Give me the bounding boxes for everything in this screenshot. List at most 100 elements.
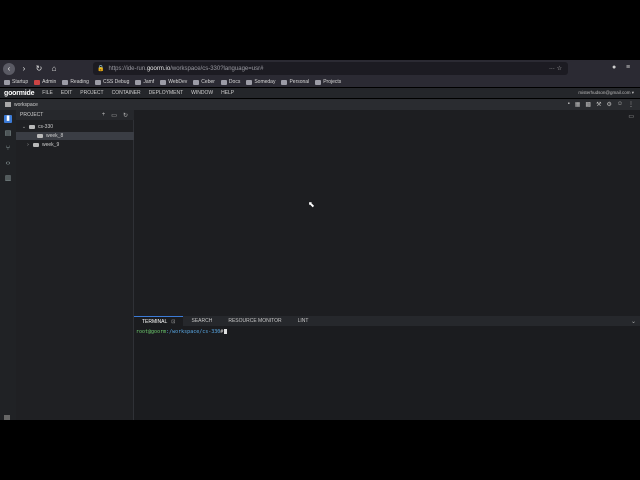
letterbox-top — [0, 0, 640, 60]
bookmark-webdev[interactable]: WebDev — [160, 79, 187, 85]
tab-search[interactable]: SEARCH — [183, 316, 220, 326]
folder-icon — [246, 79, 253, 85]
project-panel: PROJECT + ▭ ↻ ⌄ cs-330 week_8 › week_9 — [16, 110, 134, 420]
build-icon[interactable]: ⚒ — [596, 101, 601, 108]
bottom-panel-tabs: TERMINAL ⊡ SEARCH RESOURCE MONITOR LINT … — [134, 316, 640, 326]
folder-icon — [94, 79, 101, 85]
notes-icon[interactable]: ▥ — [4, 175, 12, 183]
editor-area[interactable]: ▭ — [134, 110, 640, 316]
user-account-menu[interactable]: misterhudson@gmail.com ▾ — [578, 90, 634, 96]
folder-icon — [220, 79, 227, 85]
letterbox-bottom — [0, 420, 640, 480]
folder-icon — [193, 79, 200, 85]
folder-icon — [37, 134, 43, 138]
browser-menu-icon[interactable]: ≡ — [626, 64, 630, 71]
tab-resource-monitor[interactable]: RESOURCE MONITOR — [220, 316, 289, 326]
bookmark-label: Jamf — [143, 79, 155, 85]
browser-toolbar: ‹ › ↻ ⌂ 🔒 https://ide-run. goorm.io/works… — [0, 60, 640, 77]
workspace-tabrow: workspace ▪ ▦ ▩ ⚒ ⚙ ☺ ⋮ — [0, 99, 640, 110]
refresh-icon[interactable]: ↻ — [123, 112, 128, 119]
lock-icon: 🔒 — [97, 66, 105, 72]
menu-container[interactable]: CONTAINER — [112, 90, 141, 96]
save-icon[interactable]: ▪ — [568, 101, 570, 108]
collapse-panel-icon[interactable]: ⌄ — [631, 318, 636, 325]
tree-item-cs-330[interactable]: ⌄ cs-330 — [16, 123, 134, 131]
bookmark-startup[interactable]: Startup — [4, 79, 28, 85]
settings-icon[interactable]: ⚙ — [606, 101, 611, 108]
project-explorer-icon[interactable]: ▮ — [4, 115, 12, 123]
bookmark-docs[interactable]: Docs — [220, 79, 241, 85]
activity-rail: ▮ ▤ ⑂ ‹› ▥ — [0, 110, 16, 420]
bookmark-jamf[interactable]: Jamf — [135, 79, 154, 85]
project-title: PROJECT — [20, 112, 44, 118]
terminal-cursor — [224, 329, 228, 334]
url-host: goorm.io — [146, 65, 171, 72]
tree-item-label: week_9 — [42, 142, 60, 148]
git-branch-icon[interactable]: ⑂ — [4, 145, 12, 153]
chevron-right-icon[interactable]: › — [25, 142, 31, 148]
page-actions-icon[interactable]: ··· — [549, 66, 555, 72]
save-all-icon[interactable]: ▦ — [575, 101, 581, 108]
code-icon[interactable]: ‹› — [4, 160, 12, 168]
bookmark-someday[interactable]: Someday — [246, 79, 275, 85]
prompt-end: # — [220, 329, 224, 335]
new-file-icon[interactable]: + — [102, 112, 106, 119]
outline-icon[interactable]: ▤ — [4, 130, 12, 138]
folder-icon — [29, 125, 35, 129]
prompt-user: root@goorm — [136, 329, 167, 335]
bookmark-css-debug[interactable]: CSS Debug — [94, 79, 130, 85]
grid-icon[interactable]: ▩ — [585, 101, 591, 108]
folder-icon — [34, 79, 41, 85]
bookmark-reading[interactable]: Reading — [62, 79, 89, 85]
bookmark-label: Startup — [12, 79, 29, 85]
tab-terminal[interactable]: TERMINAL ⊡ — [134, 316, 184, 326]
bookmark-star-icon[interactable]: ☆ — [557, 66, 562, 72]
split-view-icon[interactable]: ▭ — [628, 113, 634, 120]
menu-project[interactable]: PROJECT — [80, 90, 103, 96]
bookmark-label: Projects — [323, 79, 342, 85]
folder-icon — [33, 143, 39, 147]
reload-button[interactable]: ↻ — [33, 63, 45, 75]
menu-deployment[interactable]: DEPLOYMENT — [149, 90, 183, 96]
new-folder-icon[interactable]: ▭ — [111, 112, 117, 119]
bookmark-label: Reading — [70, 79, 89, 85]
project-panel-header: PROJECT + ▭ ↻ — [16, 110, 134, 120]
menu-help[interactable]: HELP — [221, 90, 234, 96]
bookmark-label: Docs — [228, 79, 241, 85]
workspace-tab[interactable]: workspace — [14, 102, 38, 108]
bookmark-label: CSS Debug — [102, 79, 130, 85]
url-bar[interactable]: 🔒 https://ide-run. goorm.io/workspace/cs-… — [93, 62, 568, 75]
tree-item-week-9[interactable]: › week_9 — [16, 141, 134, 149]
bookmark-label: Ceber — [201, 79, 215, 85]
home-button[interactable]: ⌂ — [48, 63, 60, 75]
tab-lint[interactable]: LINT — [290, 316, 317, 326]
bookmark-ceber[interactable]: Ceber — [193, 79, 215, 85]
more-vertical-icon[interactable]: ⋮ — [628, 101, 634, 108]
extension-icon[interactable]: ● — [612, 64, 616, 71]
bookmark-projects[interactable]: Projects — [315, 79, 341, 85]
bookmark-personal[interactable]: Personal — [281, 79, 309, 85]
users-icon[interactable]: ☺ — [617, 101, 623, 108]
bookmark-label: Personal — [289, 79, 310, 85]
back-button[interactable]: ‹ — [3, 62, 15, 75]
menu-file[interactable]: FILE — [42, 90, 53, 96]
url-prefix: https://ide-run. — [108, 65, 147, 72]
chevron-down-icon[interactable]: ⌄ — [21, 124, 27, 130]
folder-icon — [62, 79, 69, 85]
mouse-pointer-icon: ⬉ — [308, 200, 315, 209]
forward-button[interactable]: › — [18, 63, 30, 75]
folder-icon — [315, 79, 322, 85]
tab-terminal-label: TERMINAL — [142, 318, 168, 325]
menu-edit[interactable]: EDIT — [61, 90, 72, 96]
tree-item-label: cs-330 — [38, 124, 54, 130]
bookmark-label: Someday — [254, 79, 276, 85]
folder-icon — [281, 79, 288, 85]
menu-window[interactable]: WINDOW — [191, 90, 213, 96]
bookmark-admin[interactable]: Admin — [34, 79, 56, 85]
tree-item-label: week_8 — [46, 133, 64, 139]
ide-menubar: goormide FILE EDIT PROJECT CONTAINER DEP… — [0, 88, 640, 98]
goorm-logo: goormide — [4, 89, 35, 97]
tree-item-week-8[interactable]: week_8 — [16, 132, 134, 140]
new-terminal-icon[interactable]: ⊡ — [171, 319, 175, 325]
terminal[interactable]: root@goorm:/workspace/cs-330# — [134, 326, 640, 420]
